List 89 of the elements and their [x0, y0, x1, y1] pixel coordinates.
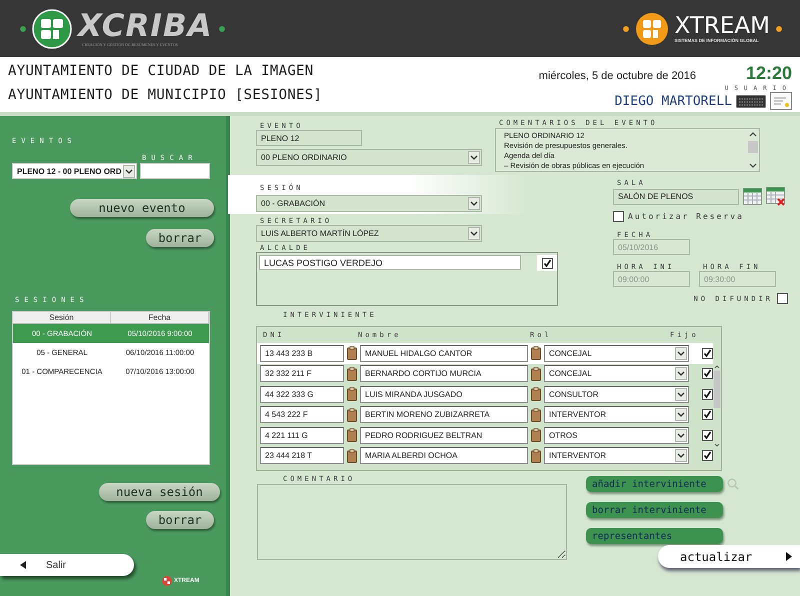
dot-icon — [20, 26, 26, 32]
card-icon[interactable] — [770, 92, 792, 110]
checkbox[interactable] — [702, 409, 713, 420]
event-dropdown[interactable]: PLENO 12 - 00 PLENO ORD — [12, 163, 137, 179]
dni-field[interactable]: 44 322 333 G — [260, 386, 344, 403]
participant-row[interactable]: 32 332 211 F BERNARDO CORTIJO MURCIA CONCEJAL — [257, 364, 713, 384]
dot-icon — [218, 26, 225, 32]
start-time-field: 09:00:00 — [613, 271, 690, 287]
dni-field[interactable]: 4 543 222 F — [260, 406, 344, 424]
sidebar-button[interactable]: nueva sesión — [99, 483, 220, 501]
dni-field[interactable]: 32 332 211 F — [260, 365, 344, 382]
name-field[interactable]: PEDRO RODRIGUEZ BELTRAN — [360, 426, 528, 444]
search-field[interactable] — [140, 163, 210, 179]
date-text: miércoles, 5 de octubre de 2016 — [538, 70, 696, 82]
event-name-field[interactable]: PLENO 12 — [256, 130, 362, 146]
clock-time: 12:20 — [746, 63, 792, 84]
name-field[interactable]: MARIA ALBERDI OCHOA — [360, 447, 528, 464]
calendar-icon[interactable] — [743, 188, 762, 205]
checkbox[interactable] — [702, 430, 713, 441]
page-subtitle: AYUNTAMIENTO DE MUNICIPIO [SESIONES] — [8, 87, 322, 103]
participant-row[interactable]: 44 322 333 G LUIS MIRANDA JUSGADO CONSULTOR — [257, 384, 713, 404]
checkbox[interactable] — [777, 293, 788, 304]
sidebar-button[interactable]: borrar — [146, 511, 214, 529]
role-dropdown[interactable]: OTROS — [544, 426, 689, 444]
participant-row[interactable]: 4 221 111 G PEDRO RODRIGUEZ BELTRAN OTROS — [257, 425, 713, 446]
dni-field[interactable]: 13 443 233 B — [260, 344, 344, 362]
event-type-dropdown[interactable]: 00 PLENO ORDINARIO — [256, 149, 482, 166]
dot-icon — [776, 26, 782, 32]
logo-icon — [162, 576, 172, 586]
clipboard-icon[interactable] — [347, 346, 357, 360]
sidebar-button[interactable]: borrar — [146, 229, 214, 247]
role-dropdown[interactable]: CONSULTOR — [544, 386, 689, 403]
role-dropdown[interactable]: CONCEJAL — [544, 344, 689, 362]
clipboard-icon[interactable] — [347, 408, 357, 422]
sidebar-button[interactable]: nuevo evento — [70, 199, 214, 217]
column-header: Sesión — [13, 312, 111, 323]
exit-button[interactable]: Salir — [0, 554, 134, 576]
participant-row[interactable]: 13 443 233 B MANUEL HIDALGO CANTOR CONCEJAL — [257, 343, 713, 364]
brand-name: XCRIBA — [78, 10, 213, 42]
calendar-delete-icon[interactable] — [766, 187, 785, 206]
clipboard-icon[interactable] — [531, 387, 541, 402]
role-dropdown[interactable]: CONCEJAL — [544, 365, 689, 382]
column-header: Fecha — [111, 312, 209, 323]
update-button[interactable]: actualizar — [658, 545, 800, 568]
dni-field[interactable]: 4 221 111 G — [260, 426, 344, 444]
clipboard-icon[interactable] — [531, 448, 541, 463]
clipboard-icon[interactable] — [347, 366, 357, 381]
checkbox[interactable] — [702, 348, 713, 359]
clipboard-icon[interactable] — [531, 428, 541, 442]
logo-icon — [634, 12, 668, 46]
room-field[interactable]: SALÓN DE PLENOS — [613, 188, 739, 204]
dni-field[interactable]: 23 444 218 T — [260, 447, 344, 464]
end-time-field: 09:30:00 — [699, 271, 776, 287]
checkbox-label: Autorizar Reserva — [628, 212, 744, 221]
clipboard-icon[interactable] — [347, 428, 357, 442]
name-field[interactable]: BERNARDO CORTIJO MURCIA — [360, 365, 528, 382]
user-name: DIEGO MARTORELL — [614, 94, 732, 108]
participant-row[interactable]: 23 444 218 T MARIA ALBERDI OCHOA INTERVENTOR — [257, 446, 713, 466]
checkbox[interactable] — [702, 368, 713, 380]
play-arrow-icon — [786, 552, 792, 561]
partner-name: XTREAM — [674, 14, 770, 38]
keyboard-icon[interactable] — [736, 94, 766, 108]
clipboard-icon[interactable] — [347, 448, 357, 463]
role-dropdown[interactable]: INTERVENTOR — [544, 406, 689, 424]
checkbox[interactable] — [613, 211, 624, 222]
checkbox[interactable] — [702, 388, 713, 400]
name-field[interactable]: LUIS MIRANDA JUSGADO — [360, 386, 528, 403]
secretary-dropdown[interactable]: LUIS ALBERTO MARTÍN LÓPEZ — [256, 225, 482, 242]
role-dropdown[interactable]: INTERVENTOR — [544, 447, 689, 464]
page-title: AYUNTAMIENTO DE CIUDAD DE LA IMAGEN — [8, 63, 315, 79]
participant-row[interactable]: 4 543 222 F BERTIN MORENO ZUBIZARRETA INTERVENTOR — [257, 404, 713, 425]
dot-icon — [622, 26, 628, 32]
clipboard-icon[interactable] — [531, 408, 541, 422]
action-button[interactable]: añadir interviniente — [586, 476, 723, 492]
date-field: 05/10/2016 — [613, 239, 690, 255]
clipboard-icon[interactable] — [531, 366, 541, 381]
back-arrow-icon — [20, 561, 26, 569]
logo-icon — [32, 8, 72, 48]
name-field[interactable]: BERTIN MORENO ZUBIZARRETA — [360, 406, 528, 424]
mayor-field[interactable]: LUCAS POSTIGO VERDEJO — [259, 255, 521, 270]
name-field[interactable]: MANUEL HIDALGO CANTOR — [360, 344, 528, 362]
action-button[interactable]: borrar interviniente — [586, 502, 723, 518]
action-button[interactable]: representantes — [586, 528, 723, 544]
clipboard-icon[interactable] — [531, 346, 541, 360]
session-dropdown[interactable]: 00 - GRABACIÓN — [256, 195, 482, 212]
comment-field[interactable] — [257, 484, 567, 560]
checkbox[interactable] — [542, 258, 552, 268]
clipboard-icon[interactable] — [347, 387, 357, 402]
checkbox[interactable] — [702, 450, 713, 462]
